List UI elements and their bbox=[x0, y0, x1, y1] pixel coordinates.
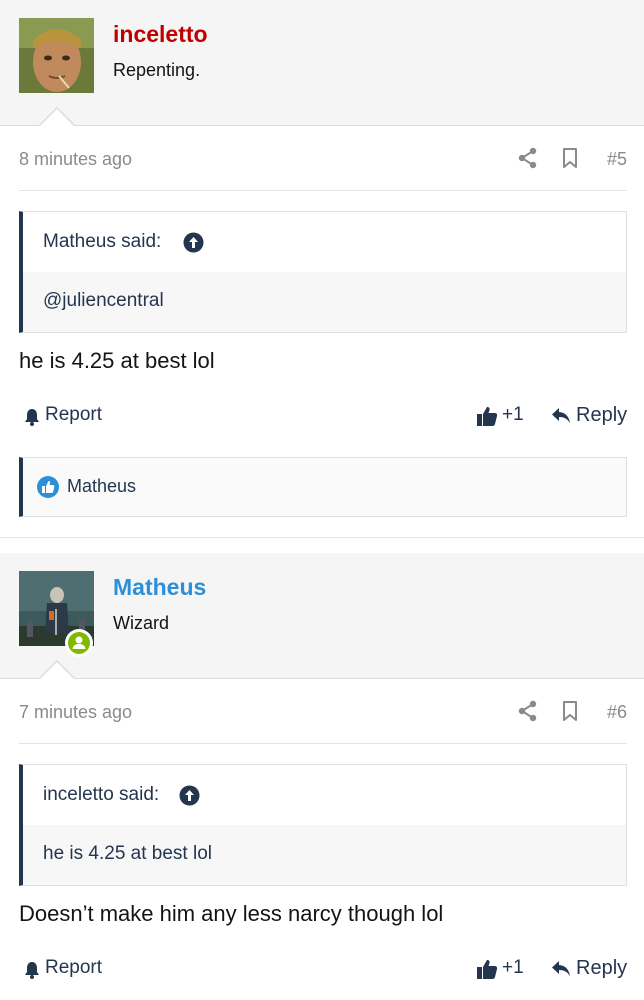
quote-body: @juliencentral bbox=[23, 272, 626, 332]
thumbs-up-icon bbox=[477, 407, 498, 426]
arrow-up-circle-icon[interactable] bbox=[183, 232, 204, 253]
post-actions: Report +1 Reply bbox=[19, 955, 627, 985]
post-message: he is 4.25 at best lol bbox=[19, 348, 215, 373]
quote-header: Matheus said: bbox=[23, 212, 626, 272]
quote-text: @juliencentral bbox=[43, 290, 164, 311]
username-link[interactable]: inceletto bbox=[113, 21, 208, 48]
reply-label: Reply bbox=[576, 957, 628, 979]
divider bbox=[19, 743, 627, 744]
user-title: Repenting. bbox=[113, 60, 201, 80]
quote-text: he is 4.25 at best lol bbox=[43, 843, 212, 864]
bookmark-icon[interactable] bbox=[562, 147, 578, 174]
reply-arrow-icon bbox=[552, 961, 570, 976]
post-time[interactable]: 8 minutes ago bbox=[19, 149, 132, 170]
bell-icon bbox=[25, 962, 39, 979]
share-icon[interactable] bbox=[518, 700, 538, 727]
reply-arrow-icon bbox=[552, 408, 570, 423]
post-user-header: Matheus Wizard bbox=[0, 553, 644, 680]
post-user-header: inceletto Repenting. bbox=[0, 0, 644, 127]
like-badge-icon bbox=[37, 476, 59, 498]
report-label: Report bbox=[45, 957, 103, 978]
quote-author[interactable]: inceletto said: bbox=[43, 784, 159, 806]
reaction-user[interactable]: Matheus bbox=[67, 476, 136, 497]
like-label: +1 bbox=[502, 404, 524, 425]
post-message: Doesn’t make him any less narcy though l… bbox=[19, 901, 444, 926]
post-actions: Report +1 Reply bbox=[19, 402, 627, 432]
post-separator bbox=[0, 537, 644, 538]
quote-header: inceletto said: bbox=[23, 765, 626, 825]
reply-label: Reply bbox=[576, 404, 628, 426]
avatar[interactable] bbox=[19, 18, 94, 93]
bell-icon bbox=[25, 409, 39, 426]
post-number-link[interactable]: #5 bbox=[607, 149, 627, 170]
quote-author[interactable]: Matheus said: bbox=[43, 231, 161, 253]
share-icon[interactable] bbox=[518, 147, 538, 174]
thumbs-up-icon bbox=[477, 960, 498, 979]
quote-body: he is 4.25 at best lol bbox=[23, 825, 626, 885]
quote-block: inceletto said: he is 4.25 at best lol bbox=[19, 764, 627, 886]
arrow-up-circle-icon[interactable] bbox=[179, 785, 200, 806]
post-meta: 8 minutes ago #5 bbox=[19, 146, 627, 176]
post-time[interactable]: 7 minutes ago bbox=[19, 702, 132, 723]
post-meta: 7 minutes ago #6 bbox=[19, 699, 627, 729]
quote-block: Matheus said: @juliencentral bbox=[19, 211, 627, 333]
post-number-link[interactable]: #6 bbox=[607, 702, 627, 723]
reactions-bar[interactable]: Matheus bbox=[19, 457, 627, 517]
header-pointer-fill bbox=[39, 662, 75, 680]
online-status-icon bbox=[65, 629, 93, 657]
report-label: Report bbox=[45, 404, 103, 425]
username-link[interactable]: Matheus bbox=[113, 574, 206, 601]
bookmark-icon[interactable] bbox=[562, 700, 578, 727]
like-label: +1 bbox=[502, 957, 524, 978]
user-title: Wizard bbox=[113, 613, 170, 633]
header-pointer-fill bbox=[39, 109, 75, 127]
divider bbox=[19, 190, 627, 191]
